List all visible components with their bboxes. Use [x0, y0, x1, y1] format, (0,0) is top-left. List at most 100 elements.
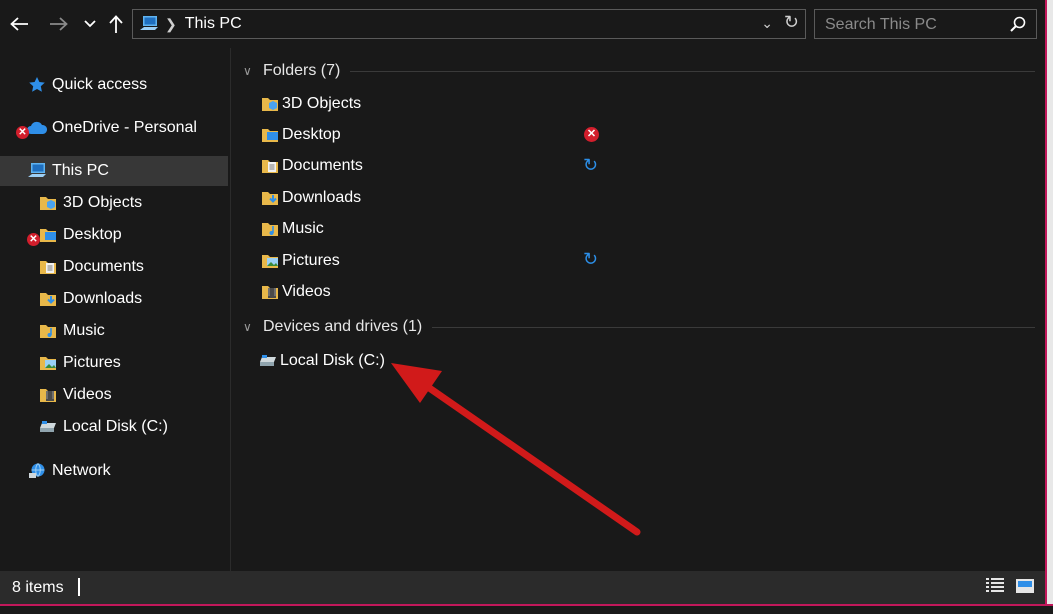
recent-locations-button[interactable] — [80, 10, 100, 38]
search-icon[interactable] — [1010, 16, 1026, 32]
folder-3d-objects-icon — [37, 193, 59, 213]
network-globe-icon — [26, 461, 48, 481]
folder-desktop-icon: ✕ — [27, 225, 59, 246]
forward-arrow-icon — [50, 17, 68, 31]
folder-documents-icon — [260, 157, 280, 175]
folder-music-icon — [260, 220, 280, 238]
nav-label: 3D Objects — [63, 194, 143, 211]
folder-pictures-icon — [37, 353, 59, 373]
folder-documents-icon — [37, 257, 59, 277]
folder-downloads-icon — [37, 289, 59, 309]
item-label: Downloads — [282, 189, 362, 206]
address-dropdown-icon[interactable]: ⌄ — [761, 15, 773, 32]
star-icon — [26, 75, 48, 95]
refresh-icon[interactable]: ↻ — [784, 12, 799, 33]
folder-item-downloads[interactable]: Downloads — [260, 184, 600, 212]
folder-item-3d-objects[interactable]: 3D Objects — [260, 90, 600, 118]
item-label: Videos — [282, 283, 331, 300]
nav-desktop[interactable]: ✕ Desktop — [0, 220, 228, 250]
group-divider — [432, 326, 1035, 328]
folder-item-desktop[interactable]: Desktop — [260, 121, 600, 149]
window-border-bottom — [0, 604, 1053, 614]
nav-label: OneDrive - Personal — [52, 119, 197, 136]
large-icons-view-icon — [1016, 579, 1034, 593]
nav-label: Music — [63, 322, 105, 339]
nav-label: Downloads — [63, 290, 143, 307]
this-pc-icon — [140, 16, 158, 30]
drive-item-local-disk-c[interactable]: Local Disk (C:) — [258, 347, 598, 375]
forward-button[interactable] — [46, 10, 72, 38]
nav-local-disk[interactable]: Local Disk (C:) — [0, 412, 228, 442]
up-button[interactable] — [104, 10, 128, 38]
nav-label: Videos — [63, 386, 112, 403]
item-label: 3D Objects — [282, 95, 362, 112]
folder-item-pictures[interactable]: Pictures — [260, 247, 600, 275]
this-pc-icon — [26, 161, 48, 181]
text-cursor — [78, 578, 80, 596]
breadcrumb-separator-icon: ❯ — [165, 15, 177, 32]
nav-label: Quick access — [52, 76, 148, 93]
back-button[interactable] — [6, 10, 32, 38]
item-label: Desktop — [282, 126, 341, 143]
error-badge-icon: ✕ — [16, 126, 29, 139]
sync-pending-icon: ↻ — [583, 155, 599, 175]
group-divider — [350, 70, 1035, 72]
folder-music-icon — [37, 321, 59, 341]
nav-network[interactable]: Network — [0, 456, 228, 486]
error-badge-icon: ✕ — [27, 233, 40, 246]
item-label: Pictures — [282, 252, 340, 269]
nav-onedrive[interactable]: ✕ OneDrive - Personal — [0, 113, 228, 143]
nav-music[interactable]: Music — [0, 316, 228, 346]
nav-pictures[interactable]: Pictures — [0, 348, 228, 378]
nav-label: Network — [52, 462, 111, 479]
breadcrumb-this-pc[interactable]: This PC — [185, 15, 242, 33]
nav-label: Desktop — [63, 226, 122, 243]
chevron-down-icon[interactable]: ∨ — [243, 64, 263, 78]
folder-item-videos[interactable]: Videos — [260, 278, 600, 306]
back-arrow-icon — [10, 17, 28, 31]
address-bar[interactable]: ❯ This PC ⌄ ↻ — [132, 9, 806, 39]
item-label: Documents — [282, 157, 363, 174]
hard-drive-icon — [258, 352, 278, 370]
chevron-down-icon — [84, 20, 96, 28]
up-arrow-icon — [109, 15, 123, 33]
hard-drive-icon — [37, 417, 59, 437]
large-icons-view-button[interactable] — [1015, 577, 1037, 597]
search-box[interactable] — [814, 9, 1037, 39]
nav-label: Local Disk (C:) — [63, 418, 168, 435]
nav-quick-access[interactable]: Quick access — [0, 70, 228, 100]
nav-label: Documents — [63, 258, 144, 275]
address-toolbar: ❯ This PC ⌄ ↻ — [0, 0, 1045, 48]
folder-pictures-icon — [260, 252, 280, 270]
nav-3d-objects[interactable]: 3D Objects — [0, 188, 228, 218]
nav-label: This PC — [52, 162, 109, 179]
group-title: Devices and drives (1) — [263, 318, 423, 335]
nav-label: Pictures — [63, 354, 121, 371]
onedrive-cloud-icon: ✕ — [16, 118, 48, 139]
folder-item-music[interactable]: Music — [260, 215, 600, 243]
details-view-icon — [986, 578, 1004, 592]
item-label: Music — [282, 220, 324, 237]
nav-downloads[interactable]: Downloads — [0, 284, 228, 314]
folder-downloads-icon — [260, 189, 280, 207]
navigation-pane: Quick access ✕ OneDrive - Personal This … — [0, 48, 231, 571]
content-pane: ∨ Folders (7) 3D Objects Desktop ✕ Docum… — [231, 48, 1045, 571]
details-view-button[interactable] — [985, 577, 1007, 597]
status-bar: 8 items — [0, 571, 1045, 604]
folder-desktop-icon — [260, 126, 280, 144]
item-count: 8 items — [12, 579, 64, 596]
nav-this-pc[interactable]: This PC — [0, 156, 228, 186]
folder-videos-icon — [37, 385, 59, 405]
group-header-folders[interactable]: ∨ Folders (7) — [243, 59, 1035, 83]
group-header-devices-and-drives[interactable]: ∨ Devices and drives (1) — [243, 315, 1035, 339]
search-input[interactable] — [823, 14, 1007, 36]
group-title: Folders (7) — [263, 62, 341, 79]
nav-documents[interactable]: Documents — [0, 252, 228, 282]
nav-videos[interactable]: Videos — [0, 380, 228, 410]
chevron-down-icon[interactable]: ∨ — [243, 320, 263, 334]
sync-error-icon: ✕ — [584, 127, 599, 142]
window-border-right — [1045, 0, 1053, 614]
folder-item-documents[interactable]: Documents — [260, 152, 600, 180]
folder-3d-objects-icon — [260, 95, 280, 113]
folder-videos-icon — [260, 283, 280, 301]
